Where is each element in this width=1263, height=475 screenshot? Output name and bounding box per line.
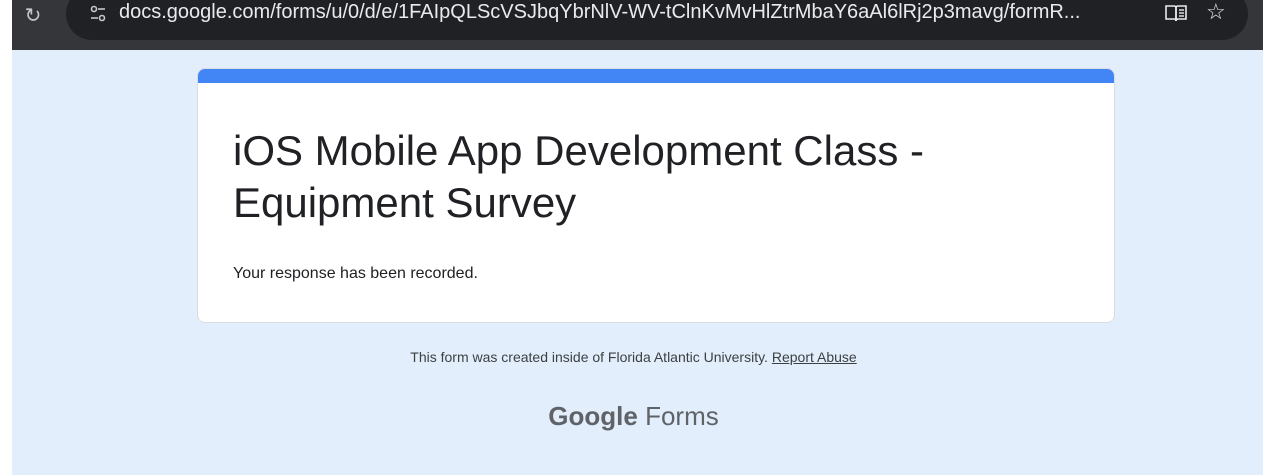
bookmark-star-icon[interactable]: ☆ <box>1206 0 1226 26</box>
logo-forms-text: Forms <box>645 401 719 431</box>
form-confirmation-card: iOS Mobile App Development Class - Equip… <box>197 68 1115 323</box>
confirmation-message: Your response has been recorded. <box>233 265 478 282</box>
report-abuse-link[interactable]: Report Abuse <box>772 349 857 365</box>
card-accent-bar <box>198 69 1114 83</box>
google-forms-logo[interactable]: Google Forms <box>12 398 1255 434</box>
footer-notice: This form was created inside of Florida … <box>410 349 768 365</box>
url-text[interactable]: docs.google.com/forms/u/0/d/e/1FAIpQLScV… <box>119 0 1149 26</box>
address-bar[interactable]: docs.google.com/forms/u/0/d/e/1FAIpQLScV… <box>66 0 1248 40</box>
reload-icon[interactable]: ↻ <box>18 0 48 34</box>
form-footer: This form was created inside of Florida … <box>12 347 1255 367</box>
logo-google-text: Google <box>548 401 638 431</box>
reader-mode-icon[interactable] <box>1164 3 1188 23</box>
tune-icon[interactable] <box>90 5 106 23</box>
browser-toolbar: ↻ docs.google.com/forms/u/0/d/e/1FAIpQLS… <box>12 0 1263 50</box>
form-title: iOS Mobile App Development Class - Equip… <box>233 127 924 226</box>
browser-window: ↻ docs.google.com/forms/u/0/d/e/1FAIpQLS… <box>12 0 1263 475</box>
